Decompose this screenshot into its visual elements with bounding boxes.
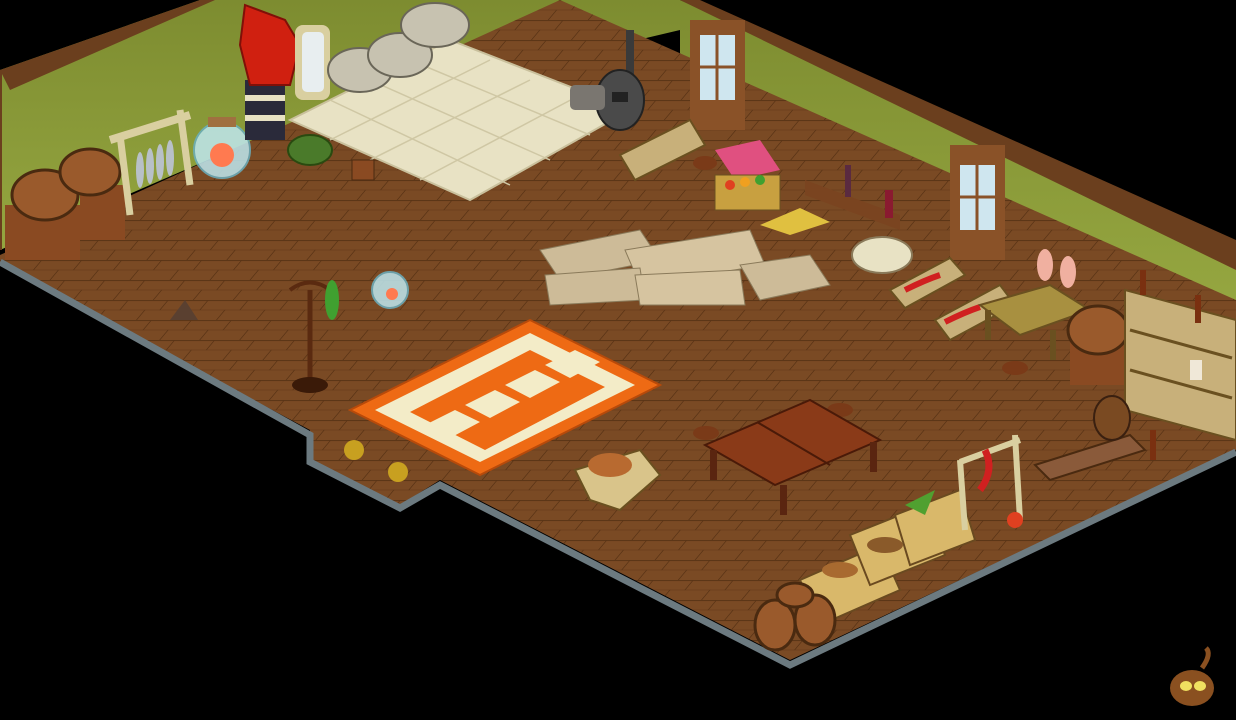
stool[interactable] <box>693 426 719 440</box>
bowl-stack[interactable] <box>851 236 913 274</box>
wooden-barrel-right[interactable] <box>1066 304 1130 385</box>
small-fishbowl[interactable] <box>371 271 409 309</box>
stool[interactable] <box>1002 361 1028 375</box>
green-cushion[interactable] <box>287 134 333 166</box>
game-scene <box>0 0 1236 669</box>
stool[interactable] <box>693 156 717 170</box>
window-left <box>690 20 745 130</box>
pet-mascot-icon[interactable] <box>1162 646 1222 710</box>
window-right <box>950 145 1005 260</box>
standing-mirror[interactable] <box>295 25 330 100</box>
wooden-bucket[interactable] <box>351 159 375 181</box>
